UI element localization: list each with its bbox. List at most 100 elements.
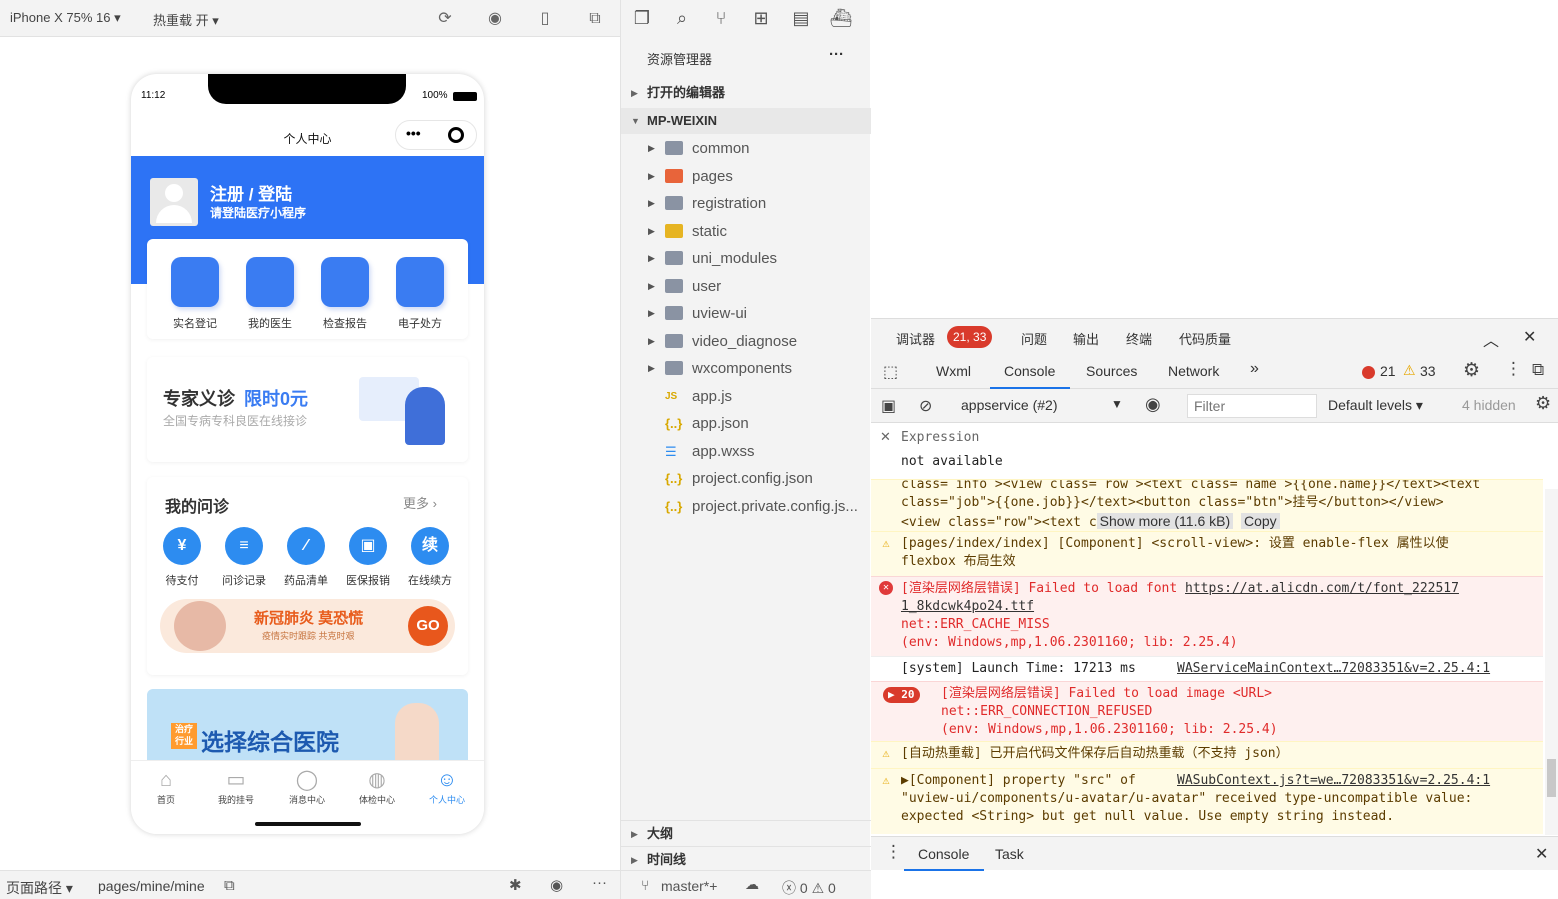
warning-count[interactable]: 33: [1420, 363, 1436, 379]
promo-card[interactable]: 专家义诊 限时0元 全国专病专科良医在线接诊: [147, 357, 468, 462]
tab-network[interactable]: Network: [1168, 363, 1219, 379]
context-select[interactable]: appservice (#2): [961, 397, 1058, 413]
tab-debugger[interactable]: 调试器: [896, 329, 935, 348]
scrollbar-thumb[interactable]: [1547, 759, 1556, 797]
service-label[interactable]: 医保报销: [336, 572, 400, 588]
service-label[interactable]: 待支付: [150, 572, 214, 588]
medicine-icon[interactable]: ∕: [287, 527, 325, 565]
tab-sources[interactable]: Sources: [1086, 363, 1137, 379]
more-dots-icon[interactable]: •••: [406, 125, 421, 141]
settings-icon[interactable]: ⚙: [1463, 359, 1480, 382]
project-section[interactable]: ▼ MP-WEIXIN: [621, 108, 871, 134]
tree-file[interactable]: {..} app.json: [621, 410, 871, 437]
tree-folder[interactable]: ▶ uni_modules: [621, 245, 871, 272]
font-url-link-cont[interactable]: 1_8kdcwk4po24.ttf: [901, 598, 1543, 616]
sidebar-toggle-icon[interactable]: ▣: [881, 396, 896, 416]
open-editors-section[interactable]: ▶ 打开的编辑器: [621, 80, 871, 106]
copy-button[interactable]: Copy: [1240, 513, 1280, 529]
tree-folder[interactable]: ▶ registration: [621, 190, 871, 217]
tab-home[interactable]: ⌂ 首页: [131, 767, 201, 806]
source-link[interactable]: WAServiceMainContext…72083351&v=2.25.4:1: [1177, 660, 1490, 678]
tab-problems[interactable]: 问题: [1021, 329, 1047, 348]
service-label[interactable]: 药品清单: [274, 572, 338, 588]
clear-console-icon[interactable]: ⊘: [919, 396, 932, 416]
doctor-icon[interactable]: [246, 257, 294, 307]
drawer-tab-task[interactable]: Task: [995, 846, 1024, 862]
tree-folder[interactable]: ▶ pages: [621, 163, 871, 190]
tree-folder[interactable]: ▶ common: [621, 135, 871, 162]
console-scrollbar[interactable]: [1545, 489, 1558, 835]
page-path-label[interactable]: 页面路径 ▾: [6, 878, 73, 898]
kebab-menu-icon[interactable]: ⋮: [1505, 359, 1522, 379]
refresh-icon[interactable]: ⟳: [435, 9, 455, 29]
quick-label[interactable]: 电子处方: [388, 315, 452, 331]
tree-folder[interactable]: ▶ user: [621, 273, 871, 300]
tab-terminal[interactable]: 终端: [1126, 329, 1152, 348]
timeline-section[interactable]: ▶ 时间线: [621, 846, 871, 872]
search-icon[interactable]: ⌕: [670, 6, 694, 30]
tree-folder[interactable]: ▶ uview-ui: [621, 300, 871, 327]
service-label[interactable]: 问诊记录: [212, 572, 276, 588]
banner-go-button[interactable]: GO: [408, 606, 448, 646]
repeat-count-badge[interactable]: ▶ 20: [883, 687, 920, 703]
files-icon[interactable]: ❐: [630, 6, 654, 30]
context-dropdown-icon[interactable]: ▼: [1111, 397, 1123, 411]
tab-checkup[interactable]: ◍ 体检中心: [342, 767, 412, 806]
tab-messages[interactable]: ◯ 消息中心: [272, 767, 342, 806]
source-link[interactable]: WASubContext.js?t=we…72083351&v=2.25.4:1: [1177, 772, 1490, 790]
tree-file[interactable]: {..} project.config.json: [621, 465, 871, 492]
tree-file[interactable]: JS app.js: [621, 383, 871, 410]
pay-icon[interactable]: ¥: [163, 527, 201, 565]
eye-icon[interactable]: ◉: [1145, 394, 1161, 415]
tree-folder[interactable]: ▶ video_diagnose: [621, 328, 871, 355]
tab-output[interactable]: 输出: [1073, 329, 1099, 348]
problems-count[interactable]: ⓧ 0 ⚠ 0: [782, 878, 836, 898]
hotreload-select[interactable]: 热重载 开 ▾: [153, 10, 219, 29]
device-select[interactable]: iPhone X 75% 16 ▾: [10, 10, 121, 26]
hospital-banner[interactable]: 治疗行业 选择综合医院: [147, 689, 468, 761]
login-title[interactable]: 注册 / 登陆: [210, 180, 292, 205]
covid-banner[interactable]: 新冠肺炎 莫恐慌 疫情实时跟踪 共克时艰 GO: [160, 599, 455, 653]
dock-icon[interactable]: ⧉: [1532, 360, 1544, 380]
sync-icon[interactable]: ☁: [745, 876, 759, 893]
show-more-button[interactable]: Show more (11.6 kB): [1096, 513, 1234, 529]
quick-label[interactable]: 实名登记: [163, 315, 227, 331]
service-label[interactable]: 在线续方: [398, 572, 462, 588]
close-capsule-icon[interactable]: [448, 127, 464, 143]
close-icon[interactable]: ✕: [1523, 327, 1536, 347]
git-icon[interactable]: ⑂: [709, 6, 733, 30]
report-icon[interactable]: [321, 257, 369, 307]
debug-panel-icon[interactable]: ▤: [789, 6, 813, 30]
phone-icon[interactable]: ▯: [535, 9, 555, 29]
record-icon[interactable]: ≡: [225, 527, 263, 565]
tab-code-quality[interactable]: 代码质量: [1179, 329, 1231, 348]
drawer-tab-console[interactable]: Console: [918, 846, 969, 862]
tab-registration[interactable]: ▭ 我的挂号: [201, 767, 271, 806]
close-drawer-icon[interactable]: ✕: [1535, 844, 1548, 864]
quick-label[interactable]: 我的医生: [238, 315, 302, 331]
extensions-icon[interactable]: ⊞: [749, 6, 773, 30]
console-settings-icon[interactable]: ⚙: [1535, 393, 1551, 414]
tree-folder[interactable]: ▶ wxcomponents: [621, 355, 871, 382]
expression-label[interactable]: Expression: [901, 430, 979, 445]
inspect-icon[interactable]: ⬚: [883, 362, 898, 382]
more-icon[interactable]: ···: [592, 874, 607, 891]
tree-file[interactable]: {..} project.private.config.js...: [621, 493, 871, 520]
eye-icon[interactable]: ◉: [550, 876, 563, 894]
more-tabs-icon[interactable]: »: [1250, 360, 1259, 378]
log-levels-select[interactable]: Default levels ▾: [1328, 397, 1423, 414]
copy-icon[interactable]: ⧉: [224, 877, 235, 894]
realname-icon[interactable]: [171, 257, 219, 307]
tree-file[interactable]: ☰ app.wxss: [621, 438, 871, 465]
detach-window-icon[interactable]: ⧉: [585, 9, 605, 29]
tree-folder[interactable]: ▶ static: [621, 218, 871, 245]
explorer-more-icon[interactable]: ···: [829, 46, 844, 63]
remove-expression-icon[interactable]: ✕: [880, 429, 891, 445]
filter-input[interactable]: [1187, 394, 1317, 418]
bug-icon[interactable]: ✱: [509, 876, 522, 894]
prescription-icon[interactable]: [396, 257, 444, 307]
error-count[interactable]: 21: [1380, 363, 1396, 379]
tab-console[interactable]: Console: [1004, 363, 1055, 379]
git-branch[interactable]: master*+: [661, 878, 717, 894]
tab-profile[interactable]: ☺ 个人中心: [412, 767, 482, 806]
